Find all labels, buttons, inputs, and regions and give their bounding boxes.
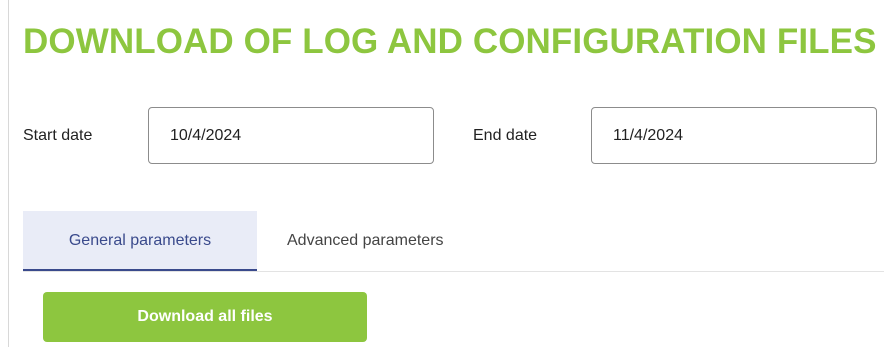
tab-advanced-parameters[interactable]: Advanced parameters — [287, 211, 444, 271]
end-date-label: End date — [473, 127, 538, 144]
parameter-tabs: General parameters Advanced parameters — [23, 211, 884, 272]
tab-general-parameters[interactable]: General parameters — [23, 211, 257, 271]
end-date-input[interactable] — [591, 107, 877, 164]
download-logs-page: DOWNLOAD OF LOG AND CONFIGURATION FILES … — [0, 0, 884, 347]
start-date-label: Start date — [23, 127, 93, 144]
start-date-input[interactable] — [148, 107, 434, 164]
left-divider — [8, 0, 9, 347]
download-all-files-button[interactable]: Download all files — [43, 292, 367, 342]
page-title: DOWNLOAD OF LOG AND CONFIGURATION FILES — [23, 22, 877, 61]
